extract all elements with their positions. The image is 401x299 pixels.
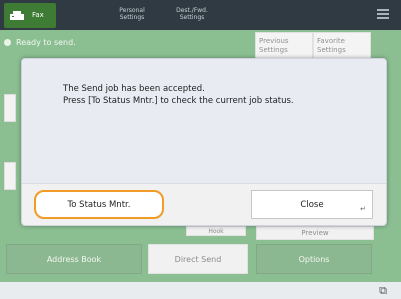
screen: Fax Personal Settings Dest./Fwd. Setting… — [0, 0, 401, 299]
dialog-message: The Send job has been accepted. Press [T… — [63, 83, 294, 107]
bottom-status-bar: ⧉ — [0, 282, 401, 299]
to-status-monitor-label: To Status Mntr. — [67, 199, 131, 210]
tab-dest-fwd-settings[interactable]: Dest./Fwd. Settings — [166, 4, 218, 26]
close-button[interactable]: Close ↵ — [251, 190, 373, 219]
enter-key-icon: ↵ — [360, 205, 366, 213]
top-bar: Fax Personal Settings Dest./Fwd. Setting… — [0, 0, 401, 30]
fax-app-button[interactable]: Fax — [4, 3, 56, 28]
tab-personal-settings[interactable]: Personal Settings — [106, 4, 158, 26]
to-status-monitor-button[interactable]: To Status Mntr. — [34, 190, 164, 219]
dialog-message-line1: The Send job has been accepted. — [63, 84, 205, 94]
status-monitor-icon[interactable]: ⧉ — [379, 284, 387, 298]
menu-icon[interactable] — [377, 9, 389, 19]
tab-label: Dest./Fwd. Settings — [176, 7, 208, 21]
close-label: Close — [300, 199, 324, 210]
dialog-button-bar: To Status Mntr. Close ↵ — [22, 183, 386, 225]
dialog-message-line2: Press [To Status Mntr.] to check the cur… — [63, 96, 294, 106]
fax-icon — [10, 11, 24, 20]
app-label: Fax — [32, 11, 44, 19]
send-accepted-dialog: The Send job has been accepted. Press [T… — [21, 58, 387, 226]
tab-label: Personal Settings — [119, 7, 145, 21]
